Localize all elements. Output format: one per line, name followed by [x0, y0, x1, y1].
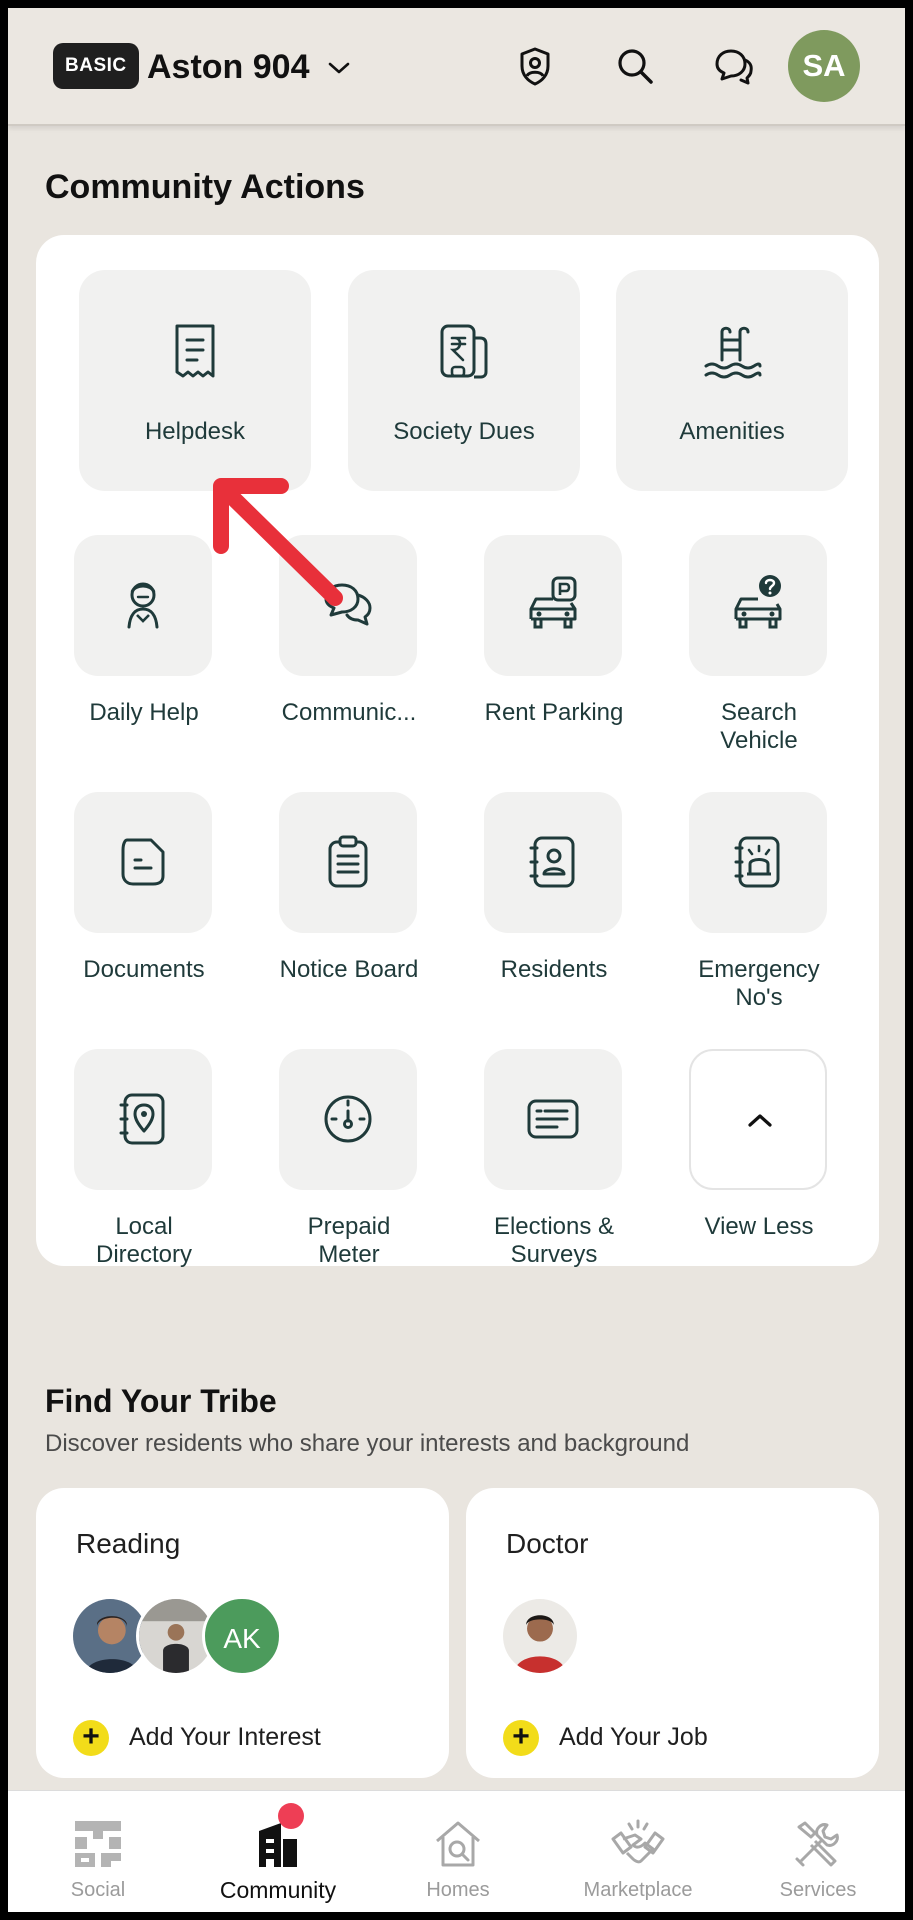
- nav-community[interactable]: Community: [188, 1791, 368, 1912]
- local-directory-label: Local Directory: [95, 1213, 192, 1268]
- nav-marketplace[interactable]: Marketplace: [548, 1791, 728, 1912]
- notice-board-tile[interactable]: [279, 792, 417, 933]
- nav-homes[interactable]: Homes: [368, 1791, 548, 1912]
- nav-services[interactable]: Services: [728, 1791, 905, 1912]
- helpdesk-label: Helpdesk: [144, 418, 246, 445]
- society-dues-tile[interactable]: Society Dues: [348, 270, 580, 491]
- view-less-button[interactable]: [689, 1049, 827, 1190]
- nav-marketplace-label: Marketplace: [583, 1879, 693, 1901]
- meter-icon: [324, 1095, 372, 1143]
- daily-help-tile[interactable]: [74, 535, 212, 676]
- tribe-card-doctor[interactable]: Doctor + Add Your Job: [466, 1488, 879, 1778]
- emergency-numbers-label: Emergency No's: [698, 956, 820, 1011]
- home-search-icon: [436, 1821, 480, 1867]
- add-job-label: Add Your Job: [559, 1723, 708, 1751]
- communication-label: Communic...: [281, 699, 417, 726]
- elections-surveys-tile[interactable]: [484, 1049, 622, 1190]
- daily-help-label: Daily Help: [89, 699, 199, 726]
- member-avatar-initials: AK: [202, 1596, 282, 1676]
- plan-badge: BASIC: [53, 43, 139, 89]
- residents-label: Residents: [500, 956, 608, 983]
- nav-community-label: Community: [219, 1877, 337, 1903]
- search-vehicle-tile[interactable]: [689, 535, 827, 676]
- tribe-card-name: Reading: [76, 1528, 181, 1559]
- documents-tile[interactable]: [74, 792, 212, 933]
- tribe-title: Find Your Tribe: [45, 1383, 277, 1419]
- rupee-phone-icon: [440, 324, 488, 379]
- search-vehicle-label: Search Vehicle: [720, 699, 798, 754]
- shield-icon[interactable]: [513, 44, 557, 88]
- user-avatar[interactable]: SA: [788, 30, 860, 102]
- documents-label: Documents: [83, 956, 205, 983]
- social-icon: [75, 1821, 121, 1867]
- tribe-card-reading[interactable]: Reading AK + Add Your Interest: [36, 1488, 449, 1778]
- nav-social-label: Social: [70, 1879, 126, 1901]
- notice-board-label: Notice Board: [279, 956, 419, 983]
- local-directory-tile[interactable]: [74, 1049, 212, 1190]
- plus-icon: +: [73, 1720, 109, 1756]
- prepaid-meter-label: Prepaid Meter: [307, 1213, 391, 1268]
- clipboard-icon: [328, 835, 368, 888]
- maid-icon: [127, 582, 159, 629]
- emergency-numbers-tile[interactable]: [689, 792, 827, 933]
- tribe-subtitle: Discover residents who share your intere…: [45, 1430, 690, 1457]
- nav-homes-label: Homes: [426, 1879, 490, 1901]
- rent-parking-label: Rent Parking: [484, 699, 624, 726]
- notification-dot: [278, 1803, 304, 1829]
- app-screen: BASIC Aston 904 SA Community Actions Hel…: [8, 8, 905, 1912]
- car-parking-icon: [529, 576, 577, 629]
- elections-surveys-label: Elections & Surveys: [493, 1213, 615, 1268]
- amenities-tile[interactable]: Amenities: [616, 270, 848, 491]
- chevron-up-icon: [748, 1114, 772, 1127]
- location-book-icon: [119, 1093, 165, 1145]
- chat-icon[interactable]: [711, 44, 755, 88]
- unit-selector-title[interactable]: Aston 904: [147, 48, 310, 87]
- nav-services-label: Services: [779, 1879, 857, 1901]
- amenities-label: Amenities: [679, 418, 785, 445]
- top-header: BASIC Aston 904 SA: [8, 8, 905, 126]
- chevron-down-icon[interactable]: [326, 58, 352, 78]
- member-avatar: [500, 1596, 580, 1676]
- contact-book-icon: [529, 836, 575, 888]
- handshake-icon: [611, 1819, 665, 1864]
- helpdesk-tile[interactable]: Helpdesk: [79, 270, 311, 491]
- residents-tile[interactable]: [484, 792, 622, 933]
- prepaid-meter-tile[interactable]: [279, 1049, 417, 1190]
- nav-social[interactable]: Social: [8, 1791, 188, 1912]
- car-question-icon: [734, 575, 782, 629]
- bottom-navigation: Social Community Homes Marketplace Servi…: [8, 1790, 905, 1912]
- rent-parking-tile[interactable]: [484, 535, 622, 676]
- siren-icon: [734, 836, 780, 888]
- tribe-card-name: Doctor: [506, 1528, 589, 1559]
- society-dues-label: Society Dues: [393, 418, 535, 445]
- document-icon: [121, 838, 165, 886]
- community-actions-title: Community Actions: [45, 168, 365, 206]
- plus-icon: +: [503, 1720, 539, 1756]
- view-less-label: View Less: [704, 1213, 814, 1240]
- pool-ladder-icon: [704, 326, 762, 379]
- search-icon[interactable]: [613, 44, 657, 88]
- community-actions-card: Helpdesk Society Dues Amenities Daily He…: [36, 235, 879, 1268]
- add-interest-label: Add Your Interest: [129, 1723, 321, 1751]
- ballot-card-icon: [527, 1099, 579, 1139]
- annotation-arrow-icon: [213, 478, 343, 606]
- tools-icon: [795, 1821, 839, 1867]
- receipt-icon: [175, 324, 215, 378]
